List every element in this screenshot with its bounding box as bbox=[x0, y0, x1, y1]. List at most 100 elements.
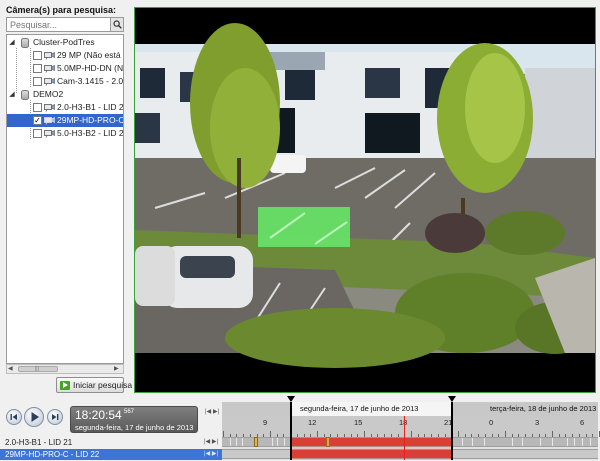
tree-camera-item[interactable]: Cam-3.1415 - 2.0W-I bbox=[7, 75, 124, 88]
search-button[interactable] bbox=[110, 17, 124, 32]
timeline-ruler[interactable]: 9 12 15 18 21 0 3 6 bbox=[222, 416, 600, 437]
camera-label: 5.0-H3-B2 - LID 23 bbox=[57, 128, 124, 138]
track-label-row[interactable]: 2.0-H3-B1 - LID 21 |◀ ▶| bbox=[0, 437, 222, 448]
panel-title: Câmera(s) para pesquisa: bbox=[6, 5, 117, 15]
motion-event-tick bbox=[512, 438, 513, 446]
playback-time: 18:20:54 bbox=[75, 408, 122, 422]
track-label: 2.0-H3-B1 - LID 21 bbox=[5, 438, 73, 447]
camera-label: Cam-3.1415 - 2.0W-I bbox=[57, 76, 124, 86]
tree-camera-item-selected[interactable]: ✓ 29MP-HD-PRO-C - L bbox=[7, 114, 124, 127]
motion-event-tick bbox=[277, 438, 278, 446]
start-arrow-icon bbox=[60, 381, 70, 390]
motion-event-tick bbox=[284, 438, 285, 446]
motion-event-tick bbox=[272, 438, 273, 446]
step-back-button[interactable] bbox=[6, 409, 22, 425]
tick-label: 9 bbox=[263, 418, 268, 427]
motion-event-tick bbox=[242, 438, 243, 446]
camera-icon bbox=[44, 117, 55, 125]
tree-camera-item[interactable]: 29 MP (Não está pres bbox=[7, 49, 123, 62]
timeline-first-arrow-icon[interactable]: |◀ bbox=[205, 408, 211, 416]
camera-checkbox[interactable] bbox=[33, 129, 42, 138]
group-label: DEMO2 bbox=[33, 89, 64, 99]
motion-event-tick bbox=[472, 438, 473, 446]
tick-label: 12 bbox=[308, 418, 317, 427]
camera-checkbox-checked[interactable]: ✓ bbox=[33, 116, 42, 125]
camera-checkbox[interactable] bbox=[33, 64, 42, 73]
step-forward-button[interactable] bbox=[47, 409, 63, 425]
timeline-last-arrow-icon[interactable]: ▶| bbox=[213, 408, 219, 416]
bookmark-marker[interactable] bbox=[254, 437, 258, 447]
motion-event-tick bbox=[590, 438, 591, 446]
play-icon bbox=[31, 412, 39, 422]
server-icon bbox=[21, 38, 29, 48]
camera-tree: ◢ Cluster-PodTres 29 MP (Não está pres 5… bbox=[6, 34, 124, 364]
range-start-handle[interactable] bbox=[287, 396, 295, 460]
motion-event-tick bbox=[582, 438, 583, 446]
camera-checkbox[interactable] bbox=[33, 77, 42, 86]
camera-search-input[interactable] bbox=[6, 17, 116, 32]
timeline[interactable]: segunda-feira, 17 de junho de 2013 terça… bbox=[222, 396, 600, 460]
camera-checkbox[interactable] bbox=[33, 51, 42, 60]
handle-cap-icon bbox=[287, 396, 295, 402]
tick-label: 6 bbox=[580, 418, 585, 427]
motion-event-tick bbox=[540, 438, 541, 446]
tree-camera-item[interactable]: 5.0MP-HD-DN (Não bbox=[7, 62, 124, 75]
start-search-button[interactable]: Iniciar pesquisa bbox=[56, 377, 132, 393]
track-label-row-selected[interactable]: 29MP-HD-PRO-C - LID 22 |◀ ▶| bbox=[0, 449, 222, 460]
tick-label: 3 bbox=[535, 418, 540, 427]
tree-group-demo2[interactable]: ◢ DEMO2 bbox=[7, 88, 123, 101]
playback-milliseconds: 567 bbox=[124, 409, 135, 415]
tree-horizontal-scrollbar[interactable]: ◀ ||| ▶ bbox=[6, 364, 124, 374]
motion-event-tick bbox=[236, 438, 237, 446]
motion-event-tick bbox=[230, 438, 231, 446]
tree-camera-item[interactable]: 2.0-H3-B1 - LID 21 bbox=[7, 101, 124, 114]
track-label: 29MP-HD-PRO-C - LID 22 bbox=[5, 450, 100, 459]
playhead[interactable] bbox=[404, 416, 405, 460]
playback-controls: 18:20:54 567 segunda-feira, 17 de junho … bbox=[0, 400, 222, 436]
tree-group-cluster-podtres[interactable]: ◢ Cluster-PodTres bbox=[7, 36, 123, 49]
step-back-icon bbox=[10, 414, 17, 420]
tree-camera-item[interactable]: 5.0-H3-B2 - LID 23 bbox=[7, 127, 124, 140]
track-nav-arrows-icon[interactable]: |◀ ▶| bbox=[204, 449, 218, 460]
camera-icon bbox=[44, 104, 55, 112]
tick-label: 0 bbox=[489, 418, 494, 427]
play-button[interactable] bbox=[24, 407, 44, 427]
collapse-arrow-icon[interactable]: ◢ bbox=[8, 88, 16, 101]
scroll-right-arrow-icon[interactable]: ▶ bbox=[114, 366, 122, 372]
group-label: Cluster-PodTres bbox=[33, 37, 95, 47]
handle-cap-icon bbox=[448, 396, 456, 402]
range-end-handle[interactable] bbox=[448, 396, 456, 460]
step-forward-icon bbox=[52, 414, 59, 420]
camera-label: 5.0MP-HD-DN (Não bbox=[57, 63, 124, 73]
scroll-left-arrow-icon[interactable]: ◀ bbox=[8, 366, 16, 372]
playback-time-display: 18:20:54 567 segunda-feira, 17 de junho … bbox=[70, 406, 198, 433]
grip-icon: ||| bbox=[35, 366, 39, 372]
track-nav-arrows-icon[interactable]: |◀ ▶| bbox=[204, 437, 218, 448]
camera-icon bbox=[44, 52, 55, 60]
timeline-date-current: segunda-feira, 17 de junho de 2013 bbox=[300, 404, 419, 413]
camera-icon bbox=[44, 130, 55, 138]
tick-label: 15 bbox=[354, 418, 363, 427]
camera-label: 29 MP (Não está pres bbox=[57, 50, 123, 60]
playback-date: segunda-feira, 17 de junho de 2013 bbox=[75, 423, 194, 432]
video-player[interactable] bbox=[134, 7, 596, 393]
camera-checkbox[interactable] bbox=[33, 103, 42, 112]
camera-label: 29MP-HD-PRO-C - L bbox=[57, 115, 124, 125]
camera-search-panel: Câmera(s) para pesquisa: ◢ Cluster-PodTr… bbox=[0, 0, 132, 396]
camera-icon bbox=[44, 65, 55, 73]
selection-range bbox=[292, 437, 452, 460]
collapse-arrow-icon[interactable]: ◢ bbox=[8, 36, 16, 49]
magnifier-icon bbox=[113, 20, 122, 29]
motion-event-tick bbox=[484, 438, 485, 446]
timeline-date-next: terça-feira, 18 de junho de 2013 bbox=[490, 404, 597, 413]
motion-event-tick bbox=[574, 438, 575, 446]
motion-event-tick bbox=[462, 438, 463, 446]
video-image bbox=[135, 8, 595, 392]
server-icon bbox=[21, 90, 29, 100]
camera-icon bbox=[44, 78, 55, 86]
motion-event-tick bbox=[552, 438, 553, 446]
motion-event-tick bbox=[522, 438, 523, 446]
camera-label: 2.0-H3-B1 - LID 21 bbox=[57, 102, 124, 112]
motion-event-tick bbox=[567, 438, 568, 446]
start-search-label: Iniciar pesquisa bbox=[73, 380, 133, 390]
